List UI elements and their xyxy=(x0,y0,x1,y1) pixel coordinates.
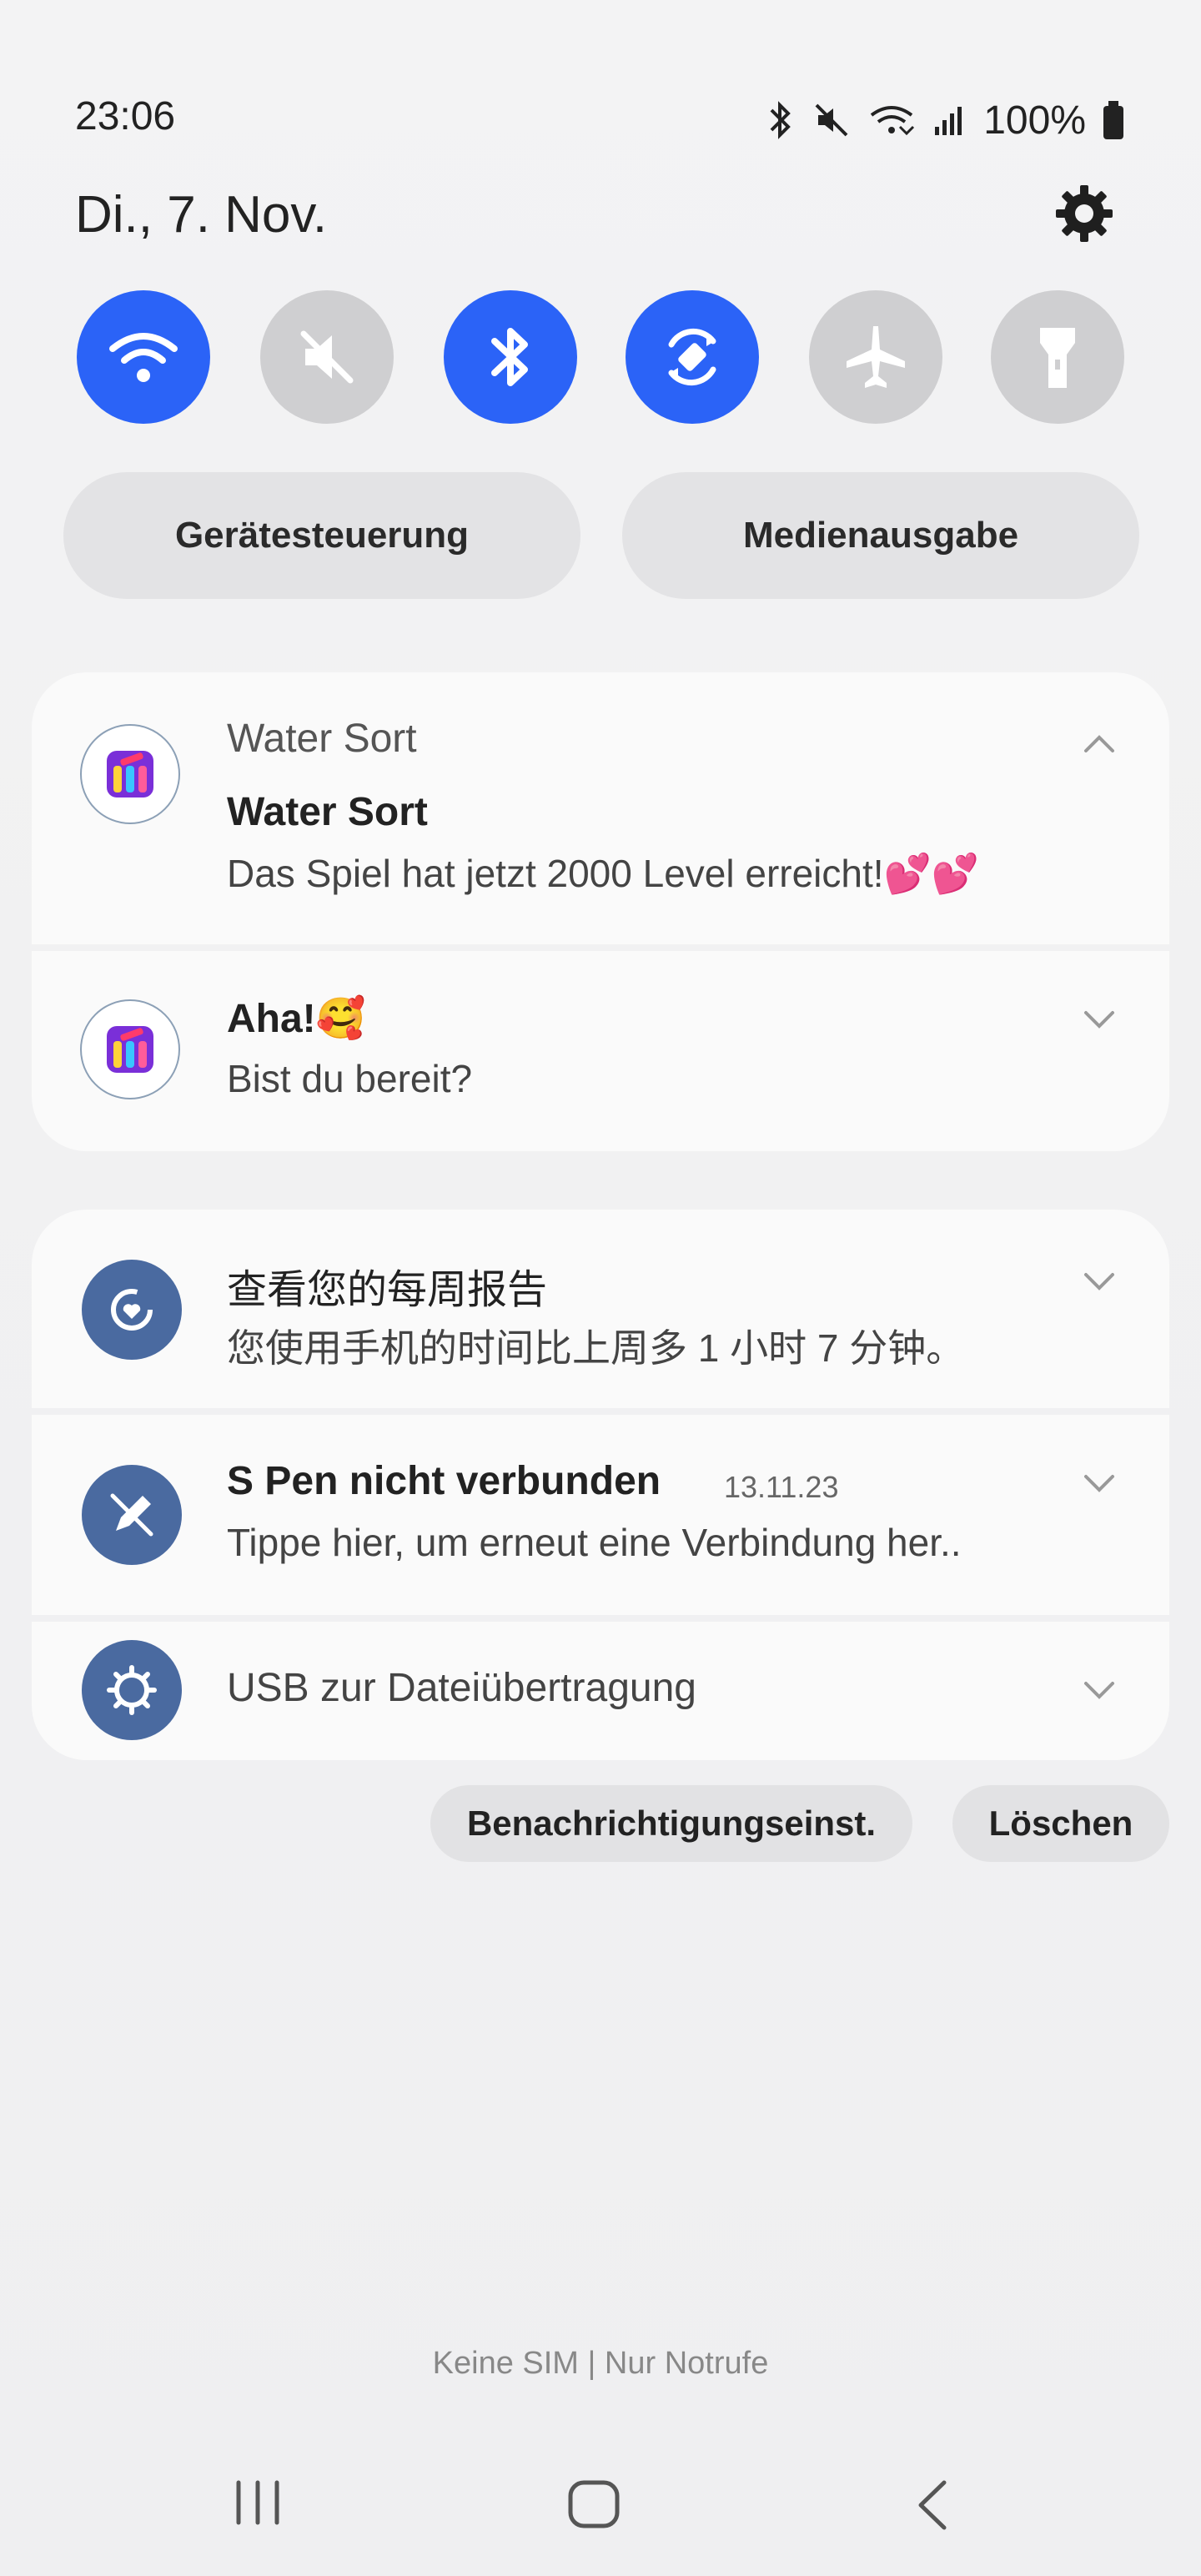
airplane-icon xyxy=(847,326,905,388)
auto-rotate-toggle[interactable] xyxy=(626,290,759,424)
chevron-down-icon[interactable] xyxy=(1083,1467,1116,1500)
digital-wellbeing-icon xyxy=(82,1260,182,1360)
weekly-report-notification[interactable]: 查看您的每周报告 您使用手机的时间比上周多 1 小时 7 分钟。 xyxy=(32,1210,1169,1408)
signal-status-icon xyxy=(935,107,962,135)
status-icons: 100% xyxy=(763,93,1126,147)
chevron-down-icon[interactable] xyxy=(1083,1673,1116,1707)
notification-text: 您使用手机的时间比上周多 1 小时 7 分钟。 xyxy=(227,1326,965,1370)
bluetooth-toggle[interactable] xyxy=(444,290,577,424)
clear-button[interactable]: Löschen xyxy=(952,1785,1169,1862)
mute-status-icon xyxy=(815,103,848,137)
notification-time: 13.11.23 xyxy=(724,1470,839,1504)
battery-icon xyxy=(1103,101,1123,139)
back-icon[interactable] xyxy=(912,2478,951,2533)
water-sort-notification[interactable]: Water Sort Water Sort Das Spiel hat jetz… xyxy=(32,672,1169,944)
battery-percent: 100% xyxy=(983,98,1086,143)
date-label: Di., 7. Nov. xyxy=(75,186,328,244)
rotate-icon xyxy=(668,328,716,386)
notification-text: Das Spiel hat jetzt 2000 Level erreicht!… xyxy=(227,852,980,895)
wifi-toggle[interactable] xyxy=(77,290,210,424)
chevron-up-icon[interactable] xyxy=(1083,727,1116,761)
android-system-icon xyxy=(82,1640,182,1740)
sound-toggle[interactable] xyxy=(260,290,394,424)
chevron-down-icon[interactable] xyxy=(1083,1265,1116,1298)
mute-icon xyxy=(300,330,354,384)
carrier-label: Keine SIM | Nur Notrufe xyxy=(432,2346,769,2381)
flashlight-icon xyxy=(1040,328,1075,388)
water-sort-notification-2[interactable]: Aha!🥰 Bist du bereit? xyxy=(32,951,1169,1151)
settings-gear-icon[interactable] xyxy=(1053,182,1116,245)
notification-title: Aha!🥰 xyxy=(227,997,366,1041)
bluetooth-status-icon xyxy=(770,101,791,139)
notification-title: 查看您的每周报告 xyxy=(227,1268,548,1312)
bluetooth-icon xyxy=(491,328,528,386)
media-output-button[interactable]: Medienausgabe xyxy=(622,472,1139,599)
notification-title: USB zur Dateiübertragung xyxy=(227,1666,696,1710)
spen-icon xyxy=(82,1465,182,1565)
device-control-button[interactable]: Gerätesteuerung xyxy=(63,472,580,599)
home-icon[interactable] xyxy=(567,2479,622,2531)
app-name: Water Sort xyxy=(227,717,417,761)
notification-text: Tippe hier, um erneut eine Verbindung he… xyxy=(227,1521,962,1564)
notification-settings-button[interactable]: Benachrichtigungseinst. xyxy=(430,1785,912,1862)
flashlight-toggle[interactable] xyxy=(991,290,1124,424)
status-time: 23:06 xyxy=(75,94,176,138)
wifi-status-icon xyxy=(871,106,915,136)
recent-apps-icon[interactable] xyxy=(230,2479,285,2526)
chevron-down-icon[interactable] xyxy=(1083,1003,1116,1036)
airplane-mode-toggle[interactable] xyxy=(809,290,942,424)
notification-title: S Pen nicht verbunden xyxy=(227,1459,661,1503)
water-sort-app-icon-2 xyxy=(80,999,180,1099)
notification-title: Water Sort xyxy=(227,790,428,834)
notification-text: Bist du bereit? xyxy=(227,1057,473,1100)
wifi-icon xyxy=(109,333,178,382)
water-sort-app-icon xyxy=(80,724,180,824)
spen-notification[interactable]: S Pen nicht verbunden 13.11.23 Tippe hie… xyxy=(32,1415,1169,1615)
usb-notification[interactable]: USB zur Dateiübertragung xyxy=(32,1622,1169,1760)
